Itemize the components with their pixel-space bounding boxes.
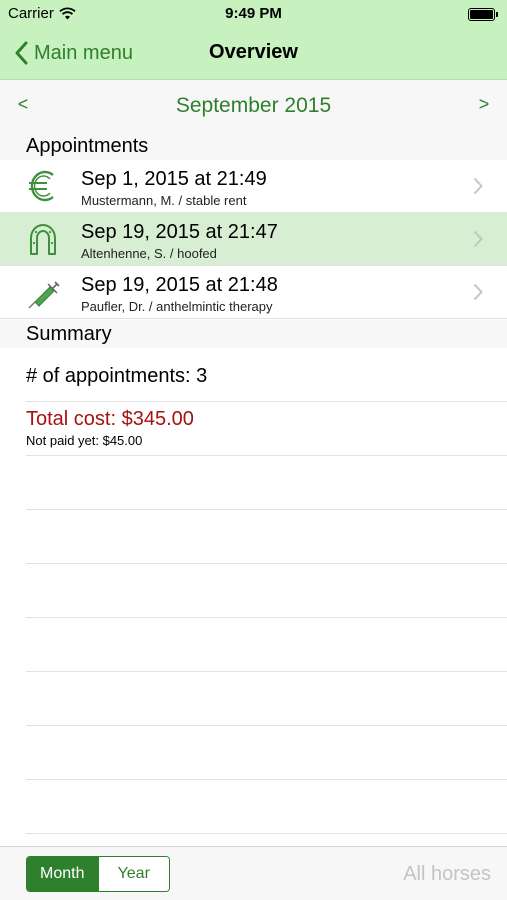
unpaid-amount: Not paid yet: $45.00: [26, 433, 143, 448]
appointment-count: # of appointments: 3: [26, 365, 208, 387]
status-time: 9:49 PM: [225, 5, 282, 22]
segment-month[interactable]: Month: [27, 857, 98, 891]
divider: [26, 833, 507, 834]
appointment-detail: Paufler, Dr. / anthelmintic therapy: [81, 299, 273, 314]
appointment-detail: Mustermann, M. / stable rent: [81, 193, 247, 208]
appointment-date: Sep 19, 2015 at 21:47: [81, 221, 278, 243]
chevron-right-icon: [473, 230, 483, 248]
summary-header: Summary: [0, 320, 507, 348]
appointment-row[interactable]: Sep 1, 2015 at 21:49 Mustermann, M. / st…: [0, 160, 507, 213]
appointment-detail: Altenhenne, S. / hoofed: [81, 246, 217, 261]
appointments-header: Appointments: [0, 132, 507, 160]
bottom-toolbar: Month Year All horses: [0, 846, 507, 900]
appointment-date: Sep 1, 2015 at 21:49: [81, 168, 267, 190]
month-title: September 2015: [175, 94, 332, 117]
syringe-icon: [28, 281, 60, 309]
status-bar: Carrier 9:49 PM: [0, 0, 507, 30]
period-segmented-control: Month Year: [26, 856, 170, 892]
page-title: Overview: [209, 41, 298, 63]
chevron-right-icon: [473, 177, 483, 195]
month-switcher: < September 2015 >: [0, 80, 507, 132]
divider: [26, 725, 507, 726]
divider: [26, 455, 507, 456]
horseshoe-icon: [30, 224, 56, 255]
divider: [26, 779, 507, 780]
next-month-button[interactable]: >: [474, 94, 494, 115]
divider: [26, 671, 507, 672]
overview-screen: Carrier 9:49 PM Main menu Overview < Sep…: [0, 0, 507, 900]
navigation-bar: Carrier 9:49 PM Main menu Overview: [0, 0, 507, 80]
total-cost: Total cost: $345.00: [26, 408, 194, 430]
segment-year[interactable]: Year: [97, 857, 169, 891]
appointment-row[interactable]: Sep 19, 2015 at 21:47 Altenhenne, S. / h…: [0, 213, 507, 266]
appointment-row[interactable]: Sep 19, 2015 at 21:48 Paufler, Dr. / ant…: [0, 266, 507, 319]
divider: [26, 617, 507, 618]
divider: [26, 401, 507, 402]
appointment-date: Sep 19, 2015 at 21:48: [81, 274, 278, 296]
divider: [26, 509, 507, 510]
all-horses-button[interactable]: All horses: [403, 863, 491, 886]
divider: [26, 563, 507, 564]
chevron-right-icon: [473, 283, 483, 301]
euro-icon: [29, 170, 54, 202]
battery-icon: [468, 8, 499, 21]
